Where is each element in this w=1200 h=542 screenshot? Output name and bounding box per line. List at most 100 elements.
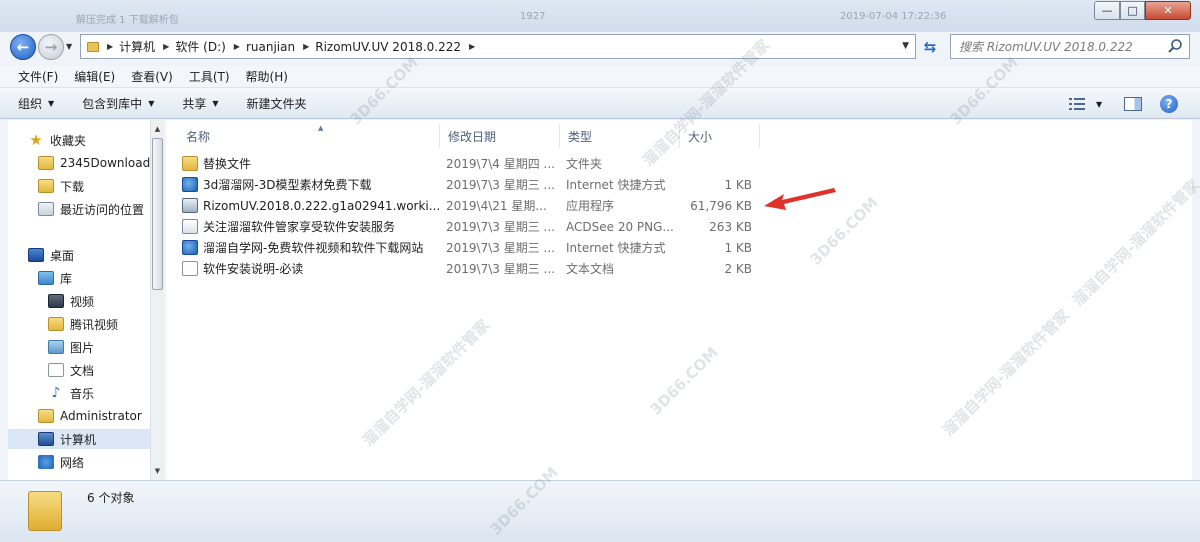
sidebar-item-label: 音乐 xyxy=(70,386,95,401)
address-dropdown-icon[interactable]: ▼ xyxy=(902,41,909,51)
sidebar-item-videos[interactable]: 视频 xyxy=(48,291,94,311)
breadcrumb-arrow-icon[interactable]: ▶ xyxy=(469,42,475,51)
share-button[interactable]: 共享 ▼ xyxy=(182,95,218,112)
include-in-library-button[interactable]: 包含到库中 ▼ xyxy=(82,95,154,112)
sidebar-item-documents[interactable]: 文档 xyxy=(48,360,94,380)
file-size: 263 KB xyxy=(709,219,752,234)
forward-button[interactable]: → xyxy=(38,34,64,60)
column-header-label: 修改日期 xyxy=(448,129,497,144)
breadcrumb-arrow-icon[interactable]: ▶ xyxy=(234,42,240,51)
video-icon xyxy=(48,294,64,308)
sidebar-item-downloads[interactable]: 下载 xyxy=(38,176,84,196)
search-input[interactable] xyxy=(959,39,1159,54)
sidebar-item-label: 文档 xyxy=(70,363,95,378)
chevron-down-icon: ▼ xyxy=(148,98,155,108)
menu-view[interactable]: 查看(V) xyxy=(123,68,181,85)
breadcrumb-computer[interactable]: 计算机 xyxy=(119,38,155,55)
menu-help[interactable]: 帮助(H) xyxy=(238,68,296,85)
change-view-button[interactable] xyxy=(1068,94,1086,114)
file-name-cell: 替换文件 xyxy=(182,153,440,174)
sidebar-item-computer[interactable]: 计算机 xyxy=(8,429,150,449)
address-bar[interactable]: ▶ 计算机 ▶ 软件 (D:) ▶ ruanjian ▶ RizomUV.UV … xyxy=(80,34,916,59)
downloads-icon xyxy=(38,179,54,193)
file-name: 3d溜溜网-3D模型素材免费下载 xyxy=(203,178,372,192)
preview-pane-icon[interactable] xyxy=(1124,97,1142,111)
red-arrow-annotation xyxy=(764,188,836,210)
file-type: 文件夹 xyxy=(566,157,603,171)
file-name: 替换文件 xyxy=(203,157,252,171)
breadcrumb-arrow-icon[interactable]: ▶ xyxy=(303,42,309,51)
file-row[interactable]: 软件安装说明-必读 2019\7\3 星期三 ... 文本文档 2 KB xyxy=(182,258,762,279)
file-row[interactable]: 关注溜溜软件管家享受软件安装服务 2019\7\3 星期三 ... ACDSee… xyxy=(182,216,762,237)
sidebar-item-network[interactable]: 网络 xyxy=(38,452,84,472)
maximize-button[interactable]: □ xyxy=(1120,1,1145,20)
include-in-library-label: 包含到库中 xyxy=(82,96,143,111)
sidebar-item-label: 网络 xyxy=(60,455,85,470)
sidebar-item-administrator[interactable]: Administrator xyxy=(38,406,142,426)
scroll-down-icon[interactable]: ▼ xyxy=(151,464,164,478)
breadcrumb-drive[interactable]: 软件 (D:) xyxy=(175,38,225,55)
close-button[interactable]: ✕ xyxy=(1145,1,1191,20)
sidebar-item-desktop[interactable]: 桌面 xyxy=(28,245,74,265)
title-ghost-number: 1927 xyxy=(520,11,546,22)
sidebar-item-pictures[interactable]: 图片 xyxy=(48,337,94,357)
breadcrumb-ruanjian[interactable]: ruanjian xyxy=(246,40,295,54)
back-button[interactable]: ← xyxy=(10,34,36,60)
column-header-name[interactable]: 名称 ▲ xyxy=(178,124,440,148)
menu-file[interactable]: 文件(F) xyxy=(10,68,66,85)
new-folder-button[interactable]: 新建文件夹 xyxy=(247,95,307,112)
file-row[interactable]: 替换文件 2019\7\4 星期四 ... 文件夹 xyxy=(182,153,762,174)
folder-icon xyxy=(28,491,62,531)
pictures-icon xyxy=(48,340,64,354)
sidebar-item-libraries[interactable]: 库 xyxy=(38,268,72,288)
sidebar-item-label: 图片 xyxy=(70,340,95,355)
sidebar-item-label: 桌面 xyxy=(50,248,75,263)
file-row[interactable]: 溜溜自学网-免费软件视频和软件下载网站 2019\7\3 星期三 ... Int… xyxy=(182,237,762,258)
window-titlebar: 解压完成 1 下载解析包 1927 2019-07-04 17:22:36 — … xyxy=(0,0,1200,32)
sidebar-item-label: 视频 xyxy=(70,294,95,309)
desktop-icon xyxy=(28,248,44,262)
folder-icon xyxy=(48,317,64,331)
sidebar-item-favorites[interactable]: ★ 收藏夹 xyxy=(28,130,86,150)
file-date: 2019\7\4 星期四 ... xyxy=(446,157,555,171)
column-header-type[interactable]: 类型 xyxy=(560,124,680,148)
recent-pages-dropdown-icon[interactable]: ▼ xyxy=(66,42,72,51)
navigation-scrollbar[interactable]: ▲ ▼ xyxy=(150,120,164,480)
internet-shortcut-icon xyxy=(182,240,198,255)
menu-tools[interactable]: 工具(T) xyxy=(181,68,238,85)
file-date: 2019\4\21 星期... xyxy=(446,199,547,213)
file-size: 61,796 KB xyxy=(690,198,752,213)
menu-edit[interactable]: 编辑(E) xyxy=(66,68,123,85)
view-options-dropdown-icon[interactable]: ▼ xyxy=(1096,94,1102,114)
scroll-up-icon[interactable]: ▲ xyxy=(151,122,164,136)
search-box[interactable] xyxy=(950,34,1190,59)
command-bar: 组织 ▼ 包含到库中 ▼ 共享 ▼ 新建文件夹 ▼ ? xyxy=(0,88,1200,119)
breadcrumb-arrow-icon[interactable]: ▶ xyxy=(163,42,169,51)
file-type: ACDSee 20 PNG... xyxy=(566,219,674,234)
sidebar-item-recent-places[interactable]: 最近访问的位置 xyxy=(38,199,144,219)
column-header-date[interactable]: 修改日期 xyxy=(440,124,560,148)
breadcrumb-arrow-icon[interactable]: ▶ xyxy=(107,42,113,51)
sidebar-item-music[interactable]: ♪ 音乐 xyxy=(48,383,94,403)
breadcrumb-current-folder[interactable]: RizomUV.UV 2018.0.222 xyxy=(315,40,461,54)
file-type: Internet 快捷方式 xyxy=(566,178,666,192)
file-date: 2019\7\3 星期三 ... xyxy=(446,262,555,276)
column-header-size[interactable]: 大小 xyxy=(680,124,760,148)
sidebar-item-tencent-video[interactable]: 腾讯视频 xyxy=(48,314,118,334)
folder-icon xyxy=(38,156,54,170)
file-row[interactable]: 3d溜溜网-3D模型素材免费下载 2019\7\3 星期三 ... Intern… xyxy=(182,174,762,195)
sidebar-item-label: 腾讯视频 xyxy=(70,317,119,332)
search-icon[interactable] xyxy=(1167,38,1183,54)
menu-bar: 文件(F) 编辑(E) 查看(V) 工具(T) 帮助(H) xyxy=(0,66,1200,88)
file-type: Internet 快捷方式 xyxy=(566,241,666,255)
file-name-cell: 3d溜溜网-3D模型素材免费下载 xyxy=(182,174,440,195)
help-icon[interactable]: ? xyxy=(1160,95,1178,113)
item-count: 6 个对象 xyxy=(87,491,135,505)
refresh-button[interactable]: ⇆ xyxy=(918,36,942,58)
sidebar-item-2345downloads[interactable]: 2345Downloads xyxy=(38,153,156,173)
user-folder-icon xyxy=(38,409,54,423)
file-row[interactable]: RizomUV.2018.0.222.g1a02941.worki... 201… xyxy=(182,195,762,216)
minimize-button[interactable]: — xyxy=(1094,1,1120,20)
scrollbar-thumb[interactable] xyxy=(152,138,163,290)
organize-button[interactable]: 组织 ▼ xyxy=(18,95,54,112)
